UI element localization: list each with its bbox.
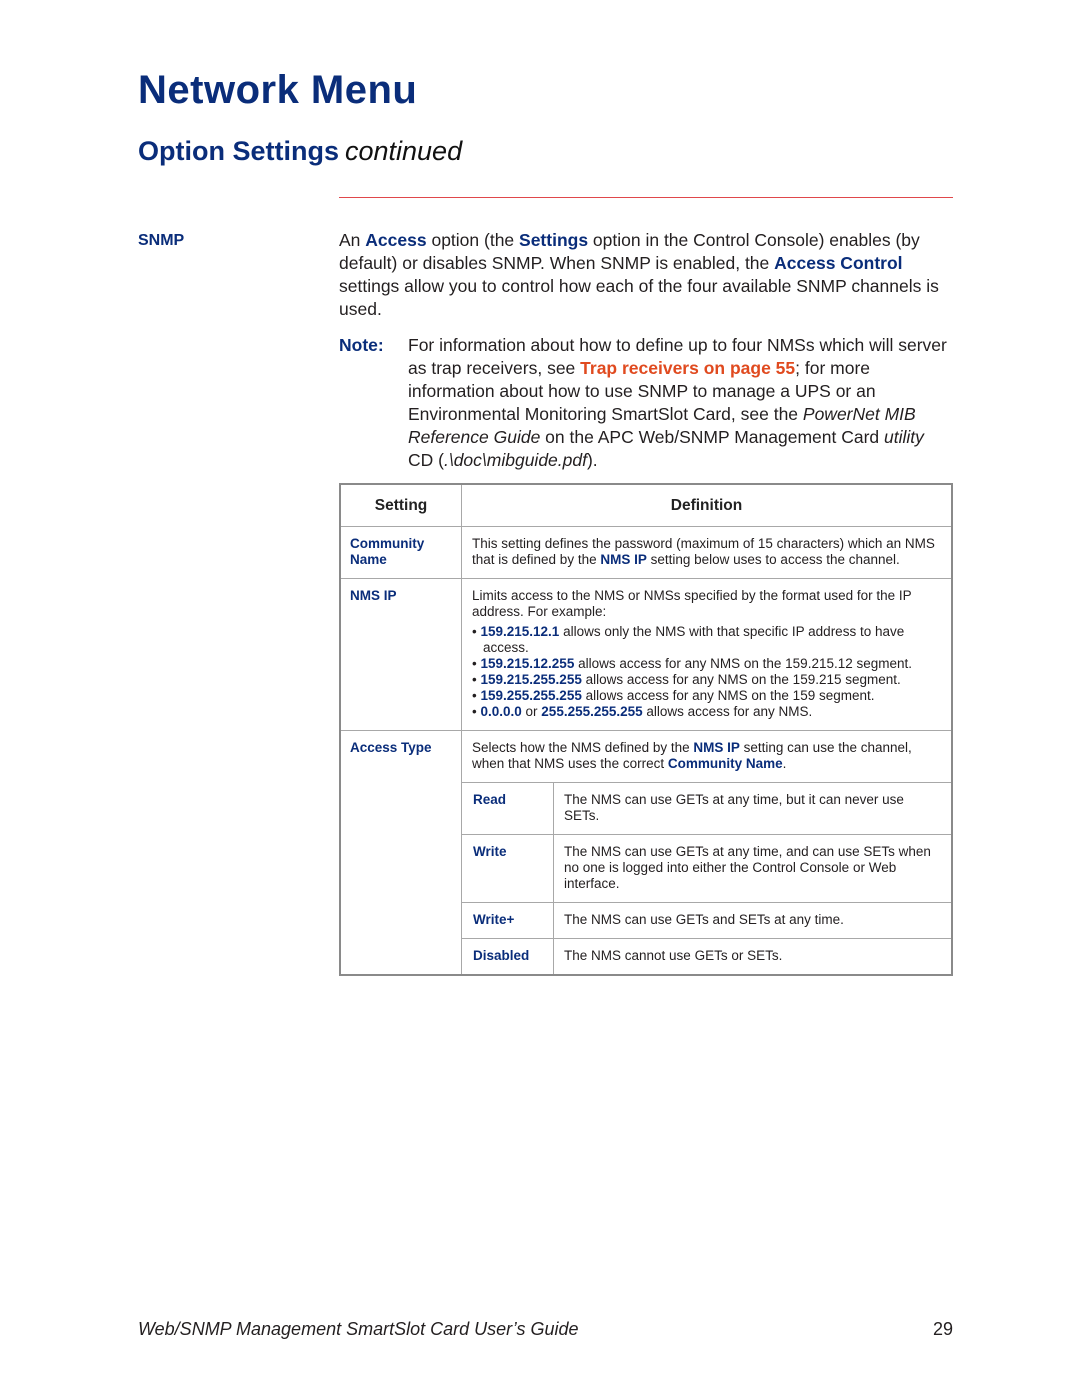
section-title: Option Settings continued: [138, 136, 462, 167]
section-divider: [339, 197, 953, 198]
ip-example: 159.215.255.255 allows access for any NM…: [472, 672, 941, 688]
ip-example: 0.0.0.0 or 255.255.255.255 allows access…: [472, 704, 941, 720]
table-header-row: Setting Definition: [339, 483, 953, 527]
ip-address: 159.215.12.255: [480, 656, 575, 671]
access-option-name: Write+: [462, 902, 554, 939]
access-option-name: Disabled: [462, 938, 554, 974]
text-part: or: [521, 704, 542, 719]
ui-term: Settings: [519, 230, 589, 250]
text-part: allows access for any NMS on the 159.215…: [574, 656, 913, 671]
access-option-definition: The NMS can use GETs and SETs at any tim…: [553, 902, 951, 939]
note-block: Note: For information about how to defin…: [339, 334, 959, 472]
access-option-definition: The NMS cannot use GETs or SETs.: [553, 938, 951, 974]
def-text-part: .: [782, 756, 787, 771]
nms-ip-ref: NMS IP: [600, 552, 647, 567]
table-row-nms-ip: NMS IP Limits access to the NMS or NMSs …: [339, 578, 953, 731]
def-text: Limits access to the NMS or NMSs specifi…: [472, 588, 912, 619]
page-number: 29: [932, 1319, 953, 1339]
snmp-description: An Access option (the Settings option in…: [339, 229, 959, 321]
ip-address: 0.0.0.0: [480, 704, 522, 719]
text-part: allows access for any NMS.: [642, 704, 813, 719]
def-text: Selects how the NMS defined by the NMS I…: [462, 731, 951, 782]
ip-address: 159.215.12.1: [480, 624, 560, 639]
ip-address: 255.255.255.255: [541, 704, 643, 719]
ip-example-list: 159.215.12.1 allows only the NMS with th…: [472, 624, 941, 720]
text-part: settings allow you to control how each o…: [339, 276, 939, 319]
footer-guide-title: Web/SNMP Management SmartSlot Card User’…: [138, 1319, 579, 1339]
text-part: An: [339, 230, 366, 250]
page-title: Network Menu: [138, 68, 418, 112]
text-part: option (the: [426, 230, 520, 250]
ip-address: 159.255.255.255: [480, 688, 582, 703]
setting-name: NMS IP: [339, 578, 462, 731]
table-row-community-name: Community Name This setting defines the …: [339, 526, 953, 579]
note-text: For information about how to define up t…: [408, 334, 953, 472]
setting-definition: Limits access to the NMS or NMSs specifi…: [461, 578, 953, 731]
def-text-part: Selects how the NMS defined by the: [472, 740, 694, 755]
settings-table: Setting Definition Community Name This s…: [339, 483, 953, 976]
access-option-row: Disabled The NMS cannot use GETs or SETs.: [462, 938, 951, 974]
text-part: allows access for any NMS on the 159.215…: [581, 672, 901, 687]
access-option-row: Read The NMS can use GETs at any time, bu…: [462, 782, 951, 835]
ip-example: 159.255.255.255 allows access for any NM…: [472, 688, 941, 704]
utility-word: utility: [884, 427, 924, 447]
ip-example: 159.215.12.1 allows only the NMS with th…: [472, 624, 941, 656]
note-text-part: CD (: [408, 450, 444, 470]
snmp-label: SNMP: [138, 232, 185, 249]
ip-example: 159.215.12.255 allows access for any NMS…: [472, 656, 941, 672]
access-type-options: Read The NMS can use GETs at any time, bu…: [462, 782, 951, 974]
nms-ip-ref: NMS IP: [693, 740, 740, 755]
note-text-part: ).: [586, 450, 598, 470]
setting-definition: Selects how the NMS defined by the NMS I…: [461, 730, 953, 976]
section-title-suffix: continued: [344, 136, 463, 166]
note-label: Note:: [339, 335, 384, 355]
trap-receivers-link[interactable]: Trap receivers on page 55: [580, 358, 795, 378]
access-option-name: Write: [462, 834, 554, 903]
header-setting: Setting: [339, 483, 462, 527]
access-option-row: Write+ The NMS can use GETs and SETs at a…: [462, 902, 951, 939]
section-title-main: Option Settings: [138, 136, 339, 166]
def-text: setting below uses to access the channel…: [646, 552, 900, 567]
ip-address: 159.215.255.255: [480, 672, 582, 687]
table-row-access-type: Access Type Selects how the NMS defined …: [339, 730, 953, 976]
access-option-definition: The NMS can use GETs at any time, and ca…: [553, 834, 951, 903]
setting-name: Community Name: [339, 526, 462, 579]
header-definition: Definition: [461, 483, 953, 527]
community-name-ref: Community Name: [667, 756, 783, 771]
text-part: allows access for any NMS on the 159 seg…: [581, 688, 875, 703]
access-option-name: Read: [462, 782, 554, 835]
setting-definition: This setting defines the password (maxim…: [461, 526, 953, 579]
setting-name: Access Type: [339, 730, 462, 976]
access-option-definition: The NMS can use GETs at any time, but it…: [553, 782, 951, 835]
mib-guide-path: .\doc\mibguide.pdf: [443, 450, 587, 470]
ui-term: Access: [365, 230, 427, 250]
ui-term: Access Control: [774, 253, 903, 273]
note-text-part: on the APC Web/SNMP Management Card: [540, 427, 885, 447]
access-option-row: Write The NMS can use GETs at any time, a…: [462, 834, 951, 903]
